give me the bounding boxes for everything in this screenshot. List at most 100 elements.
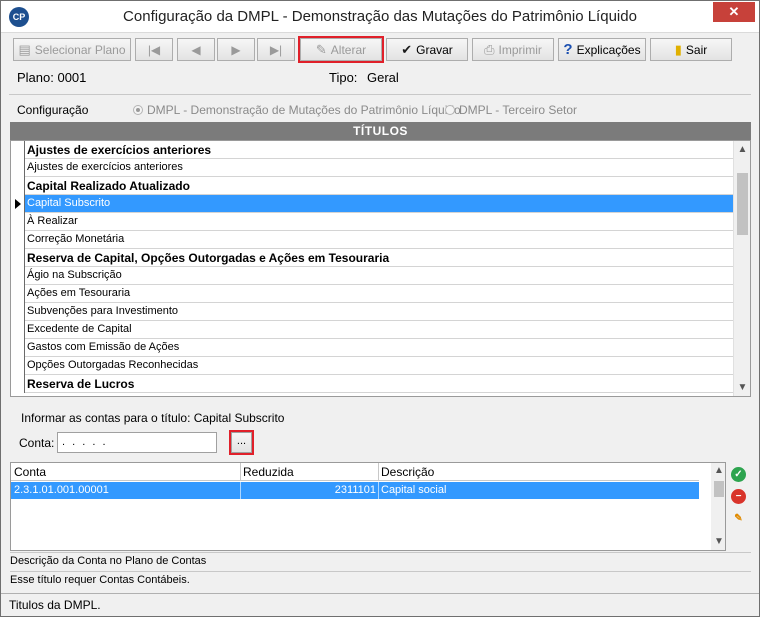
informar-text: Informar as contas para o título: Capita… (21, 411, 285, 425)
bottom-status-bar: Titulos da DMPL. (1, 593, 759, 616)
last-arrow-icon: ▶| (269, 42, 283, 57)
titulo-row[interactable]: Subvenções para Investimento (11, 303, 733, 321)
titulo-row[interactable]: Opções Outorgadas Reconhecidas (11, 357, 733, 375)
row-indicator (11, 249, 25, 267)
sair-button[interactable]: ▮ Sair (650, 38, 732, 61)
prev-record-button[interactable]: ◀ (177, 38, 215, 61)
scroll-down-icon[interactable]: ▼ (734, 379, 750, 396)
select-plan-icon: ▤ (18, 41, 31, 57)
scroll-thumb[interactable] (737, 173, 748, 235)
cell-conta: 2.3.1.01.001.00001 (14, 484, 109, 496)
gravar-button[interactable]: ✔ Gravar (386, 38, 468, 61)
column-divider (378, 463, 379, 481)
titulo-row[interactable]: Ágio na Subscrição (11, 267, 733, 285)
prev-arrow-icon: ◀ (191, 42, 201, 57)
eraser-icon[interactable]: ✎ (731, 511, 746, 526)
row-indicator (11, 231, 25, 249)
scroll-up-icon[interactable]: ▲ (711, 463, 725, 479)
separator (9, 94, 751, 95)
row-indicator (11, 357, 25, 375)
config-option-terceiro-setor[interactable]: DMPL - Terceiro Setor (445, 103, 577, 117)
col-descricao-header: Descrição (381, 465, 435, 479)
row-indicator (11, 213, 25, 231)
imprimir-button[interactable]: ⎙ Imprimir (472, 38, 554, 61)
titulo-row[interactable]: Reserva de Lucros (11, 375, 733, 393)
alterar-button[interactable]: ✎ Alterar (298, 36, 384, 63)
row-indicator (11, 303, 25, 321)
first-record-button[interactable]: |◀ (135, 38, 173, 61)
titulo-row[interactable]: Excedente de Capital (11, 321, 733, 339)
row-indicator (11, 375, 25, 393)
help-icon: ? (563, 41, 573, 58)
check-icon: ✔ (401, 41, 413, 57)
next-arrow-icon: ▶ (231, 42, 241, 57)
radio-terceiro-setor-icon[interactable] (445, 105, 455, 115)
titulo-row[interactable]: Ajustes de exercícios anteriores (11, 141, 733, 159)
contas-grid[interactable]: Conta Reduzida Descrição 2.3.1.01.001.00… (10, 462, 726, 551)
selecionar-plano-button[interactable]: ▤ Selecionar Plano (13, 38, 131, 61)
first-arrow-icon: |◀ (147, 42, 161, 57)
conta-row-selected[interactable]: 2.3.1.01.001.00001 2311101 Capital socia… (11, 482, 699, 499)
title-bar: CP Configuração da DMPL - Demonstração d… (1, 1, 759, 33)
next-record-button[interactable]: ▶ (217, 38, 255, 61)
tipo-value: Geral (367, 70, 399, 85)
main-window: CP Configuração da DMPL - Demonstração d… (0, 0, 760, 617)
titulo-row[interactable]: Reserva de Capital, Opções Outorgadas e … (11, 249, 733, 267)
remove-conta-icon[interactable]: − (731, 489, 746, 504)
explicacoes-button[interactable]: ? Explicações (558, 38, 646, 61)
row-indicator (11, 267, 25, 285)
row-indicator (11, 177, 25, 195)
current-row-arrow-icon (11, 195, 25, 213)
config-option-dmpl-label: DMPL - Demonstração de Mutações do Patri… (147, 103, 461, 117)
row-indicator (11, 159, 25, 177)
cell-descricao: Capital social (381, 484, 447, 496)
selecionar-plano-label: Selecionar Plano (34, 42, 126, 57)
column-divider (240, 463, 241, 481)
descricao-status: Descrição da Conta no Plano de Contas (10, 552, 751, 569)
radio-dmpl-icon[interactable] (133, 105, 143, 115)
printer-icon: ⎙ (484, 41, 495, 57)
cell-reduzida: 2311101 (334, 484, 376, 496)
titulo-row[interactable]: Ações em Tesouraria (11, 285, 733, 303)
configuracao-label: Configuração (17, 103, 89, 117)
scroll-thumb[interactable] (714, 481, 724, 497)
window-title: Configuração da DMPL - Demonstração das … (123, 8, 637, 25)
contas-scrollbar[interactable]: ▲ ▼ (711, 463, 725, 550)
contas-header: Conta Reduzida Descrição (11, 463, 699, 481)
sair-label: Sair (685, 42, 708, 57)
config-option-terceiro-setor-label: DMPL - Terceiro Setor (459, 103, 578, 117)
titulo-row[interactable]: À Realizar (11, 213, 733, 231)
row-indicator (11, 285, 25, 303)
titulos-grid[interactable]: Ajustes de exercícios anteriores Ajustes… (10, 140, 751, 397)
titulos-scrollbar[interactable]: ▲ ▼ (733, 141, 750, 396)
imprimir-label: Imprimir (498, 42, 542, 57)
titulo-row[interactable]: Correção Monetária (11, 231, 733, 249)
col-reduzida-header: Reduzida (243, 465, 294, 479)
conta-label: Conta: (19, 436, 55, 450)
alterar-label: Alterar (330, 42, 367, 57)
titulo-row[interactable]: Gastos com Emissão de Ações (11, 339, 733, 357)
scroll-up-icon[interactable]: ▲ (734, 141, 750, 158)
add-conta-icon[interactable]: ✓ (731, 467, 746, 482)
gravar-label: Gravar (416, 42, 453, 57)
titulos-header: TÍTULOS (10, 122, 751, 140)
col-conta-header: Conta (14, 465, 47, 479)
titulo-row[interactable]: Ajustes de exercícios anteriores (11, 159, 733, 177)
row-indicator (11, 141, 25, 159)
aviso-status: Esse título requer Contas Contábeis. (10, 571, 751, 588)
last-record-button[interactable]: ▶| (257, 38, 295, 61)
row-indicator (11, 321, 25, 339)
close-button[interactable]: ✕ (713, 2, 755, 22)
conta-input[interactable]: . . . . . (57, 432, 217, 453)
config-option-dmpl[interactable]: DMPL - Demonstração de Mutações do Patri… (133, 103, 461, 117)
conta-lookup-button[interactable]: ... (229, 430, 254, 455)
exit-door-icon: ▮ (674, 41, 682, 57)
titulo-row[interactable]: Capital Realizado Atualizado (11, 177, 733, 195)
tipo-label: Tipo: (329, 70, 358, 85)
plano-label: Plano: 0001 (17, 70, 87, 85)
titulo-row-selected[interactable]: Capital Subscrito (11, 195, 733, 213)
explicacoes-label: Explicações (576, 42, 641, 57)
column-divider (240, 482, 241, 499)
row-indicator (11, 339, 25, 357)
scroll-down-icon[interactable]: ▼ (711, 534, 725, 550)
